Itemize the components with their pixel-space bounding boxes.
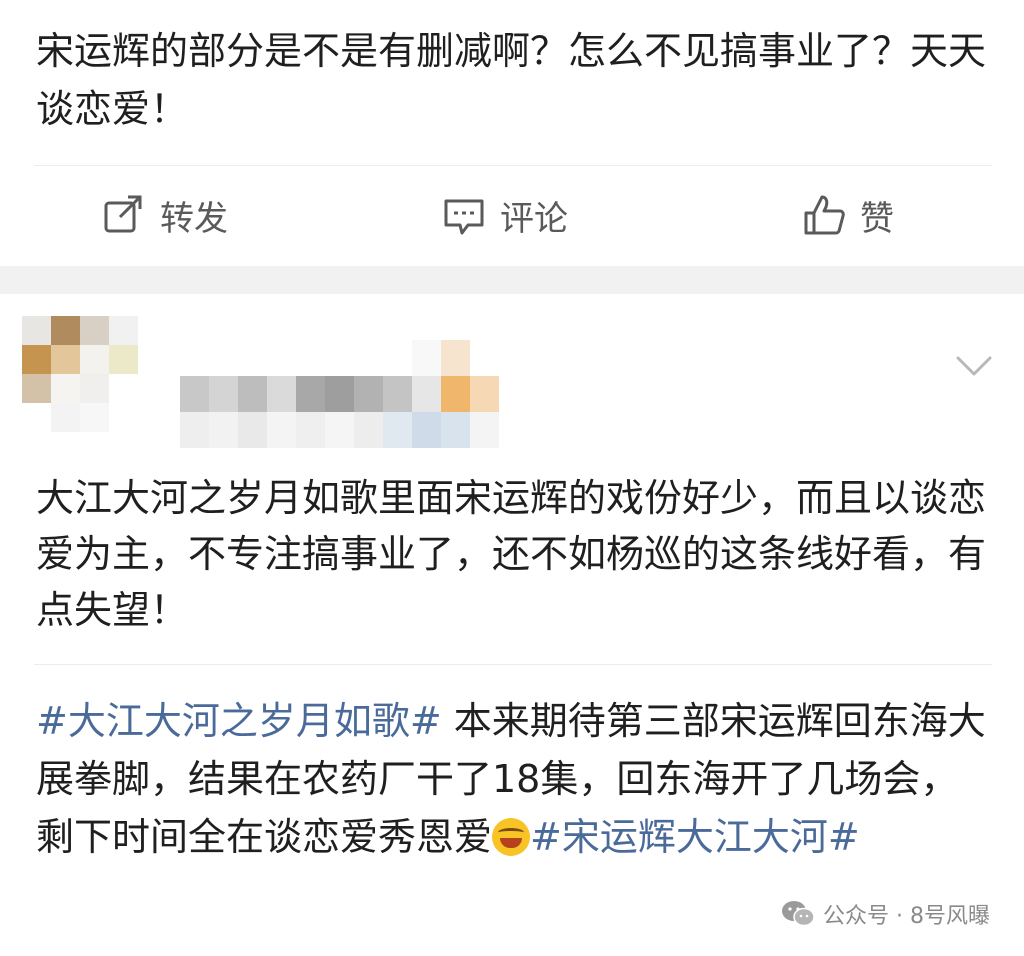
- hashtag-link[interactable]: #大江大河之岁月如歌#: [36, 699, 442, 743]
- quoted-post: #大江大河之岁月如歌# 本来期待第三部宋运辉回东海大展拳脚，结果在农药厂干了18…: [36, 692, 986, 866]
- action-bar: 转发 评论 赞: [0, 170, 1024, 260]
- share-button[interactable]: 转发: [102, 192, 228, 239]
- wechat-icon: [782, 901, 815, 927]
- like-label: 赞: [860, 198, 894, 239]
- divider: [34, 664, 992, 665]
- chevron-down-icon[interactable]: [954, 350, 994, 380]
- post-text: 宋运辉的部分是不是有删减啊？怎么不见搞事业了？天天谈恋爱！: [36, 29, 987, 131]
- laughing-emoji-icon: [492, 818, 531, 856]
- divider: [34, 165, 992, 166]
- comment-card: 大江大河之岁月如歌里面宋运辉的戏份好少，而且以谈恋爱为主，不专注搞事业了，还不如…: [0, 294, 1024, 956]
- comment-text: 大江大河之岁月如歌里面宋运辉的戏份好少，而且以谈恋爱为主，不专注搞事业了，还不如…: [36, 476, 987, 632]
- original-post: 宋运辉的部分是不是有删减啊？怎么不见搞事业了？天天谈恋爱！ 转发 评论 赞: [0, 0, 1024, 268]
- like-icon: [804, 195, 845, 235]
- comment-label: 评论: [500, 198, 568, 239]
- comment-button[interactable]: 评论: [442, 192, 568, 239]
- like-button[interactable]: 赞: [802, 192, 894, 239]
- hashtag-link[interactable]: #宋运辉大江大河#: [530, 815, 860, 859]
- section-separator: [0, 266, 1024, 294]
- share-label: 转发: [160, 198, 228, 239]
- watermark-text: 公众号 · 8号风曝: [823, 904, 990, 929]
- comment-icon: [444, 199, 484, 235]
- watermark: 公众号 · 8号风曝: [781, 898, 990, 930]
- avatar[interactable]: [22, 316, 138, 432]
- share-icon: [104, 195, 142, 233]
- username-blurred[interactable]: [180, 340, 500, 448]
